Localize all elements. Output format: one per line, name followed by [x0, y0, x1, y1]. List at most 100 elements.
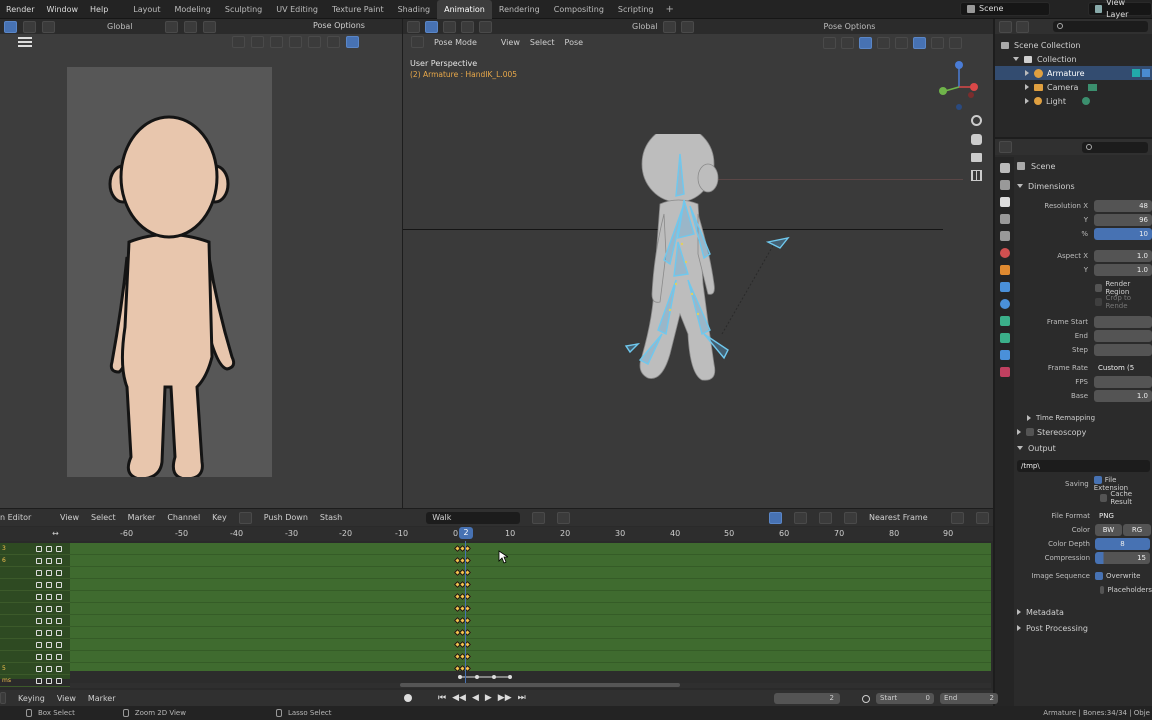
particles-tab-icon[interactable]	[999, 299, 1010, 309]
tab-shading[interactable]: Shading	[391, 0, 438, 19]
new-action-icon[interactable]	[532, 511, 546, 524]
grid-ortho-icon[interactable]	[971, 170, 982, 181]
clock-icon[interactable]	[862, 694, 870, 703]
lock-icon[interactable]	[36, 557, 42, 564]
expand-icon[interactable]	[1025, 70, 1029, 76]
visibility-icon[interactable]	[56, 605, 62, 612]
physics-tab-icon[interactable]	[999, 316, 1010, 326]
base-field[interactable]: 1.0	[1094, 390, 1152, 402]
color-depth-8-button[interactable]: 8	[1095, 538, 1150, 550]
mute-checkbox-icon[interactable]	[46, 569, 52, 576]
snapping-dropdown[interactable]: Nearest Frame	[869, 513, 939, 522]
select-tool-3[interactable]	[42, 20, 55, 33]
solid-shading-icon[interactable]	[913, 37, 926, 49]
action-selector[interactable]: Walk	[426, 511, 521, 524]
panel-stereoscopy[interactable]: Stereoscopy	[1017, 425, 1152, 439]
proportional-edit-icon[interactable]	[951, 511, 964, 524]
tool-tab-icon[interactable]	[999, 163, 1010, 173]
expand-icon[interactable]	[1025, 98, 1029, 104]
timeline-menu-view[interactable]: View	[57, 694, 76, 703]
filter-only-selected-icon[interactable]	[238, 511, 252, 524]
mute-checkbox-icon[interactable]	[46, 557, 52, 564]
lock-icon[interactable]	[36, 641, 42, 648]
properties-editor-icon[interactable]	[999, 141, 1012, 153]
start-frame-field[interactable]: Start 0	[876, 693, 934, 704]
view-layer-selector[interactable]: View Layer	[1088, 0, 1152, 19]
play-reverse-icon[interactable]: ◀	[472, 693, 479, 703]
compression-slider[interactable]: 15	[1095, 552, 1150, 564]
push-down-button[interactable]: Push Down	[264, 513, 308, 522]
properties-search-input[interactable]	[1082, 141, 1148, 153]
output-path-field[interactable]: /tmp\	[1017, 460, 1150, 472]
play-icon[interactable]: ▶	[485, 693, 492, 703]
res-y-field[interactable]: 96	[1094, 214, 1152, 226]
viewport-pivot-icon[interactable]	[662, 20, 676, 33]
action-menu-view[interactable]: View	[60, 513, 79, 522]
tab-layout[interactable]: Layout	[126, 0, 167, 19]
tab-texture-paint[interactable]: Texture Paint	[325, 0, 391, 19]
channel-row[interactable]	[0, 603, 70, 615]
scrub-arrow-icon[interactable]: ↔	[52, 529, 59, 538]
aspect-x-field[interactable]: 1.0	[1094, 250, 1152, 262]
cache-result-checkbox[interactable]: Cache Result	[1017, 490, 1152, 506]
dopesheet-body[interactable]	[70, 543, 991, 687]
tab-scripting[interactable]: Scripting	[611, 0, 661, 19]
prev-keyframe-icon[interactable]: ◀◀	[452, 693, 466, 703]
mute-checkbox-icon[interactable]	[46, 617, 52, 624]
viewport-xray-icon[interactable]	[877, 37, 890, 49]
frame-rate-dropdown[interactable]: Custom (5 fps)	[1094, 362, 1152, 384]
mute-checkbox-icon[interactable]	[46, 545, 52, 552]
channel-row[interactable]: 5	[0, 663, 70, 675]
output-tab-icon[interactable]	[999, 197, 1010, 207]
tab-rendering[interactable]: Rendering	[492, 0, 547, 19]
pose-options-left-dropdown[interactable]: Pose Options	[313, 21, 365, 30]
color-rgb-button[interactable]: RG	[1123, 524, 1151, 536]
action-menu-select[interactable]: Select	[91, 513, 116, 522]
navigation-gizmo[interactable]	[935, 57, 985, 112]
mute-checkbox-icon[interactable]	[46, 581, 52, 588]
lock-icon[interactable]	[36, 581, 42, 588]
frame-ruler[interactable]: ↔ -60 -50 -40 -30 -20 -10 0 10 20 30 40 …	[0, 527, 993, 541]
render-region-checkbox[interactable]: Render Region	[1017, 280, 1152, 296]
outliner-item-collection[interactable]: Collection	[995, 52, 1152, 66]
channel-row[interactable]: 6	[0, 555, 70, 567]
timeline-editor-icon[interactable]	[0, 692, 6, 704]
tab-uv-editing[interactable]: UV Editing	[269, 0, 325, 19]
select-tool-2[interactable]	[23, 20, 36, 33]
viewport-menu-pose[interactable]: Pose	[565, 38, 584, 47]
action-menu-key[interactable]: Key	[212, 513, 227, 522]
mute-checkbox-icon[interactable]	[46, 641, 52, 648]
select-box-tool[interactable]	[4, 20, 17, 33]
channel-row[interactable]	[0, 639, 70, 651]
visibility-icon[interactable]	[56, 629, 62, 636]
lock-icon[interactable]	[36, 569, 42, 576]
material-shading-icon[interactable]	[931, 37, 944, 49]
select-mode-icon[interactable]	[425, 20, 438, 33]
visibility-icon[interactable]	[56, 617, 62, 624]
unlink-action-icon[interactable]	[557, 511, 571, 524]
action-menu-marker[interactable]: Marker	[128, 513, 156, 522]
record-icon[interactable]	[404, 694, 412, 702]
proportional-icon[interactable]	[202, 20, 216, 33]
panel-metadata[interactable]: Metadata	[1017, 605, 1152, 619]
end-frame-field[interactable]: End 2	[940, 693, 998, 704]
modifiers-tab-icon[interactable]	[999, 282, 1010, 292]
lock-icon[interactable]	[36, 677, 42, 684]
lock-icon[interactable]	[36, 629, 42, 636]
world-tab-icon[interactable]	[999, 248, 1010, 258]
outliner-item-camera[interactable]: Camera	[995, 80, 1152, 94]
panel-dimensions-header[interactable]: Dimensions	[1017, 179, 1152, 193]
tab-sculpting[interactable]: Sculpting	[218, 0, 269, 19]
panel-output-header[interactable]: Output	[1017, 441, 1152, 455]
select-tool-d[interactable]	[479, 20, 492, 33]
stash-button[interactable]: Stash	[320, 513, 342, 522]
outliner-item-armature[interactable]: Armature	[995, 66, 1152, 80]
timeline-menu-keying[interactable]: Keying	[18, 694, 45, 703]
channel-row[interactable]	[0, 579, 70, 591]
visibility-icon[interactable]	[56, 593, 62, 600]
action-filter-icon[interactable]	[844, 511, 857, 524]
visibility-icon[interactable]	[56, 545, 62, 552]
jump-end-icon[interactable]: ⏭	[518, 693, 526, 703]
aspect-y-field[interactable]: 1.0	[1094, 264, 1152, 276]
mute-checkbox-icon[interactable]	[46, 605, 52, 612]
